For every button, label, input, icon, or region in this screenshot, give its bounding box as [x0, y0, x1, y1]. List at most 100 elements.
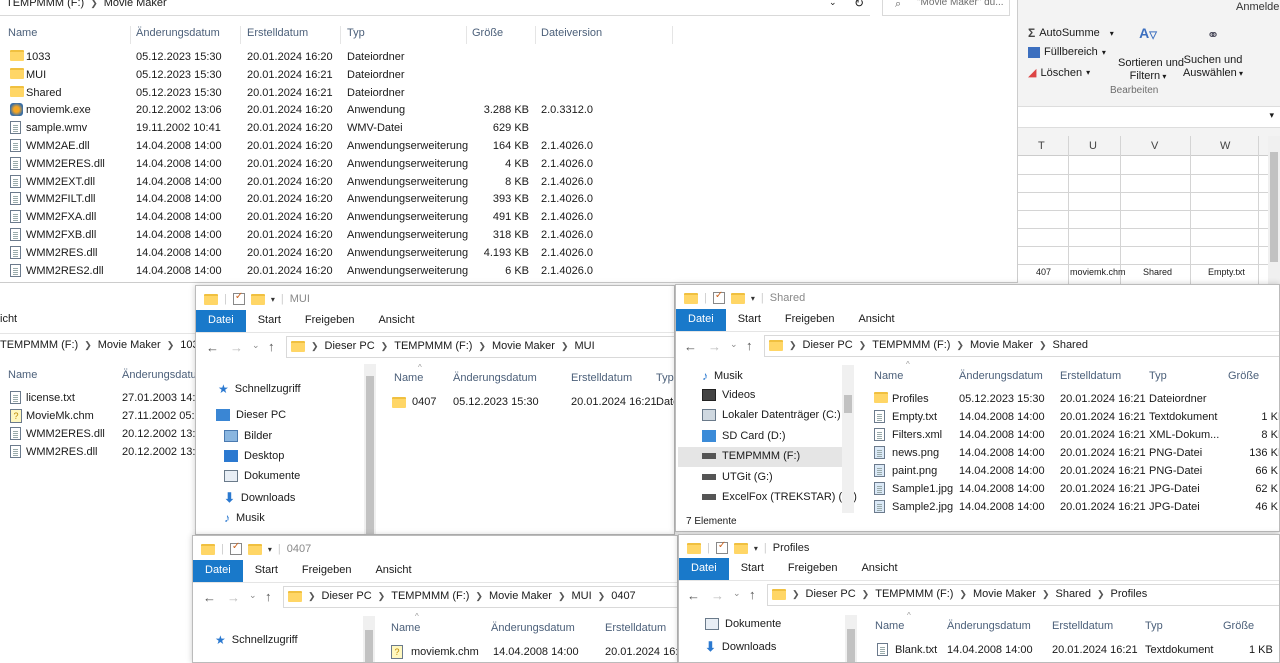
column-header[interactable]: U [1089, 140, 1097, 152]
breadcrumb-item[interactable]: Movie Maker [970, 339, 1033, 351]
back-arrow-icon[interactable]: ← [687, 588, 700, 603]
list-item[interactable]: WMM2EXT.dll 14.04.2008 14:00 20.01.2024 16… [0, 173, 700, 191]
list-item[interactable]: WMM2RES.dll 20.12.2002 13:04 [0, 443, 196, 461]
list-item[interactable]: Sample2.jpg 14.04.2008 14:00 20.01.2024 16… [866, 498, 1279, 516]
chevron-right-icon[interactable]: ❯ [90, 0, 98, 9]
nav-this-pc[interactable]: Dieser PC [216, 409, 286, 421]
forward-arrow-icon[interactable]: → [230, 340, 243, 355]
col-modified[interactable]: Änderungsdatum [453, 372, 537, 384]
col-name[interactable]: Name [875, 620, 904, 632]
sort-filter-button[interactable]: A▽ Sortieren und Filtern ▾ [1118, 26, 1184, 83]
search-input[interactable]: "Movie Maker" du... [917, 0, 1004, 8]
list-item[interactable]: ? MovieMk.chm 27.11.2002 05:00 [0, 407, 196, 425]
breadcrumb-item[interactable]: Shared [1055, 588, 1090, 600]
col-name[interactable]: Name [874, 370, 903, 382]
list-item[interactable]: sample.wmv 19.11.2002 10:41 20.01.2024 16:… [0, 119, 700, 137]
formula-bar[interactable]: ▾ [1018, 106, 1280, 128]
address-bar[interactable]: ❯ Dieser PC ❯ TEMPMMM (F:) ❯ Movie Maker… [283, 586, 677, 608]
title-bar[interactable]: | ▾ | MUI [196, 286, 674, 312]
list-item[interactable]: Sample1.jpg 14.04.2008 14:00 20.01.2024 16… [866, 480, 1279, 498]
refresh-icon[interactable]: ↻ [854, 0, 864, 10]
clear-button[interactable]: ◢ Löschen ▾ [1028, 66, 1090, 80]
nav-scrollbar[interactable] [364, 364, 376, 534]
tab-start[interactable]: Start [729, 558, 776, 580]
nav-videos[interactable]: Videos [702, 389, 755, 401]
breadcrumb-item[interactable]: MUI [574, 340, 594, 352]
properties-icon[interactable] [712, 290, 725, 304]
col-modified[interactable]: Änderungsdatum [491, 622, 575, 634]
properties-icon[interactable] [229, 541, 242, 555]
tab-ansicht[interactable]: Ansicht [849, 558, 909, 580]
breadcrumb-item[interactable]: Dieser PC [325, 340, 375, 352]
new-folder-icon[interactable] [250, 293, 265, 305]
forward-arrow-icon[interactable]: → [708, 339, 721, 354]
list-item[interactable]: WMM2RES2.dll 14.04.2008 14:00 20.01.2024 1… [0, 262, 700, 280]
col-name[interactable]: Name [8, 27, 37, 39]
chevron-right-icon[interactable]: ❯ [84, 340, 92, 351]
list-item[interactable]: Blank.txt 14.04.2008 14:00 20.01.2024 16… [877, 641, 1279, 659]
tab-freigeben[interactable]: Freigeben [776, 558, 850, 580]
signin-link[interactable]: Anmelden [1236, 1, 1280, 13]
col-size[interactable]: Größe [1228, 370, 1259, 382]
back-arrow-icon[interactable]: ← [206, 340, 219, 355]
properties-icon[interactable] [232, 291, 245, 305]
tab-freigeben[interactable]: Freigeben [773, 309, 847, 331]
formula-dropdown-icon[interactable]: ▾ [1269, 110, 1274, 121]
nav-downloads[interactable]: ⬇ Downloads [705, 639, 776, 655]
chevron-right-icon[interactable]: ❯ [475, 591, 483, 602]
back-arrow-icon[interactable]: ← [203, 590, 216, 605]
vertical-scrollbar[interactable] [1268, 136, 1280, 285]
list-item[interactable]: WMM2ERES.dll 20.12.2002 13:05 [0, 425, 196, 443]
list-item[interactable]: WMM2FILT.dll 14.04.2008 14:00 20.01.2024 1… [0, 190, 700, 208]
nav-drive-h[interactable]: ExcelFox (TREKSTAR) (H:) [702, 491, 857, 503]
col-created[interactable]: Erstelldatum [247, 27, 308, 39]
spreadsheet-grid[interactable]: T U V W 407 moviemk.chm Shared Empty.txt [1018, 136, 1268, 285]
breadcrumb-item[interactable]: Movie Maker [489, 590, 552, 602]
qat-dropdown-icon[interactable]: ▾ [754, 544, 758, 553]
list-item[interactable]: 0407 05.12.2023 15:30 20.01.2024 16:21 D… [392, 394, 674, 412]
chevron-down-icon[interactable]: ⌄ [252, 340, 260, 351]
breadcrumb-item[interactable]: TEMPMMM (F:) [6, 0, 84, 9]
chevron-down-icon[interactable]: ⌄ [249, 590, 257, 601]
breadcrumb-item[interactable]: Dieser PC [322, 590, 372, 602]
list-item[interactable]: MUI 05.12.2023 15:30 20.01.2024 16:21 Datei… [0, 66, 700, 84]
col-created[interactable]: Erstelldatum [1052, 620, 1113, 632]
col-type[interactable]: Typ [1149, 370, 1167, 382]
chevron-right-icon[interactable]: ❯ [558, 591, 566, 602]
col-modified[interactable]: Änderungsdatu... [122, 369, 196, 381]
chevron-right-icon[interactable]: ❯ [167, 340, 175, 351]
nav-desktop[interactable]: Desktop [224, 450, 284, 462]
list-item[interactable]: Shared 05.12.2023 15:30 20.01.2024 16:21 Da… [0, 84, 700, 102]
breadcrumb-item[interactable]: Movie Maker [104, 0, 167, 9]
col-created[interactable]: Erstelldatum [1060, 370, 1121, 382]
nav-scrollbar[interactable] [845, 615, 857, 662]
chevron-right-icon[interactable]: ❯ [956, 340, 964, 351]
nav-music[interactable]: ♪ Musik [224, 511, 265, 525]
breadcrumb-item[interactable]: Profiles [1111, 588, 1148, 600]
breadcrumb-item[interactable]: Dieser PC [806, 588, 856, 600]
list-item[interactable]: 1033 05.12.2023 15:30 20.01.2024 16:20 Date… [0, 48, 700, 66]
list-item[interactable]: WMM2FXB.dll 14.04.2008 14:00 20.01.2024 16… [0, 226, 700, 244]
breadcrumb-item[interactable]: Movie Maker [98, 339, 161, 351]
chevron-right-icon[interactable]: ❯ [561, 341, 569, 352]
list-item[interactable]: paint.png 14.04.2008 14:00 20.01.2024 16:2… [866, 462, 1279, 480]
nav-documents[interactable]: Dokumente [224, 470, 300, 482]
col-type[interactable]: Typ [347, 27, 365, 39]
chevron-down-icon[interactable]: ⌄ [733, 588, 741, 599]
chevron-right-icon[interactable]: ❯ [478, 341, 486, 352]
list-item[interactable]: WMM2RES.dll 14.04.2008 14:00 20.01.2024 16… [0, 244, 700, 262]
cell[interactable]: 407 [1036, 267, 1051, 277]
list-item[interactable]: ? moviemk.chm 14.04.2008 14:00 20.01.202… [391, 644, 677, 662]
col-created[interactable]: Erstelldatum [605, 622, 666, 634]
chevron-right-icon[interactable]: ❯ [1042, 589, 1050, 600]
cell[interactable]: moviemk.chm [1070, 267, 1126, 277]
chevron-down-icon[interactable]: ⌄ [829, 0, 837, 8]
nav-downloads[interactable]: ⬇ Downloads [224, 490, 295, 506]
address-bar[interactable]: ❯ Dieser PC ❯ TEMPMMM (F:) ❯ Movie Maker… [286, 336, 674, 358]
col-type[interactable]: Typ [656, 372, 674, 384]
list-item[interactable]: WMM2FXA.dll 14.04.2008 14:00 20.01.2024 16… [0, 208, 700, 226]
nav-quick-access[interactable]: ★ Schnellzugriff [215, 633, 298, 647]
nav-drive-c[interactable]: Lokaler Datenträger (C:) [702, 409, 841, 421]
breadcrumb-item[interactable]: 1033 [180, 339, 196, 351]
tab-start[interactable]: Start [246, 310, 293, 332]
